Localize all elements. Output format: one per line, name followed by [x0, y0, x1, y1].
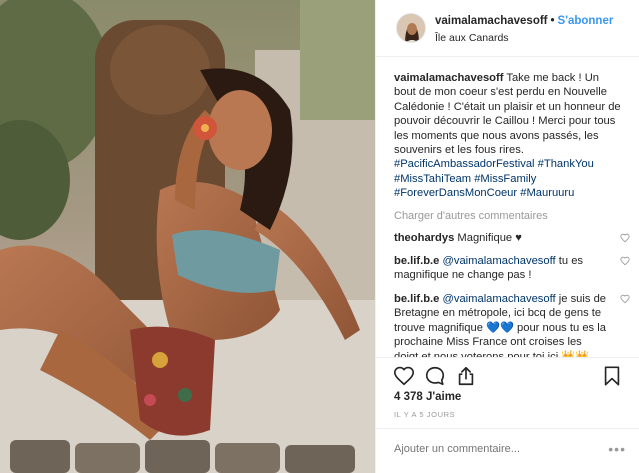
comment-username[interactable]: be.lif.b.e	[394, 293, 439, 305]
hashtag[interactable]: #Mauruuru	[520, 187, 574, 199]
hashtag[interactable]: #MissFamily	[474, 173, 536, 185]
post-actions	[376, 357, 639, 391]
load-more-comments-button[interactable]: Charger d'autres commentaires	[394, 210, 622, 222]
header-line: vaimalamachavesoff • S'abonner	[435, 15, 613, 27]
comment-item: be.lif.b.e @vaimalamachavesoff tu es mag…	[394, 254, 630, 283]
post-photo-illustration	[0, 0, 375, 473]
hashtag[interactable]: #PacificAmbassadorFestival	[394, 158, 535, 170]
comment-like-icon[interactable]	[620, 233, 630, 243]
hashtag[interactable]: #ThankYou	[538, 158, 594, 170]
follow-button[interactable]: S'abonner	[558, 15, 614, 27]
header-username[interactable]: vaimalamachavesoff	[435, 15, 548, 27]
location-link[interactable]: Île aux Canards	[435, 32, 509, 44]
comment-mention[interactable]: @vaimalamachavesoff	[443, 255, 556, 267]
likes-count[interactable]: 4 378 J'aime	[394, 391, 461, 403]
bookmark-icon[interactable]	[601, 365, 623, 387]
heart-icon[interactable]	[393, 365, 415, 387]
comments-section[interactable]: vaimalamachavesoff Take me back ! Un bou…	[376, 57, 639, 357]
post-header: vaimalamachavesoff • S'abonner Île aux Can…	[376, 0, 639, 57]
post-sidebar: vaimalamachavesoff • S'abonner Île aux Can…	[375, 0, 639, 473]
add-comment-input[interactable]	[394, 443, 584, 455]
avatar[interactable]	[396, 13, 426, 43]
comment-text: Magnifique ♥	[457, 231, 522, 244]
post-timestamp: IL Y A 5 JOURS	[394, 410, 456, 419]
comment-mention[interactable]: @vaimalamachavesoff	[443, 293, 556, 305]
caption-text: Take me back ! Un bout de mon coeur s'es…	[394, 72, 621, 157]
caption-username[interactable]: vaimalamachavesoff	[394, 72, 503, 84]
hashtag[interactable]: #ForeverDansMonCoeur	[394, 187, 517, 199]
comment-username[interactable]: theohardys	[394, 232, 454, 244]
comment-like-icon[interactable]	[620, 294, 630, 304]
header-separator: •	[550, 15, 555, 27]
avatar-image	[397, 14, 425, 42]
share-icon[interactable]	[455, 365, 477, 387]
more-options-icon[interactable]: •••	[608, 441, 626, 457]
comment-username[interactable]: be.lif.b.e	[394, 255, 439, 267]
instagram-post: vaimalamachavesoff • S'abonner Île aux Can…	[0, 0, 639, 473]
hashtag[interactable]: #MissTahiTeam	[394, 173, 471, 185]
post-photo[interactable]	[0, 0, 375, 473]
comment-item: be.lif.b.e @vaimalamachavesoff je suis d…	[394, 292, 630, 357]
post-caption: vaimalamachavesoff Take me back ! Un bou…	[394, 71, 622, 201]
add-comment-bar: •••	[376, 428, 639, 473]
comment-bubble-icon[interactable]	[424, 365, 446, 387]
comment-like-icon[interactable]	[620, 256, 630, 266]
comment-item: theohardys Magnifique ♥	[394, 231, 630, 245]
